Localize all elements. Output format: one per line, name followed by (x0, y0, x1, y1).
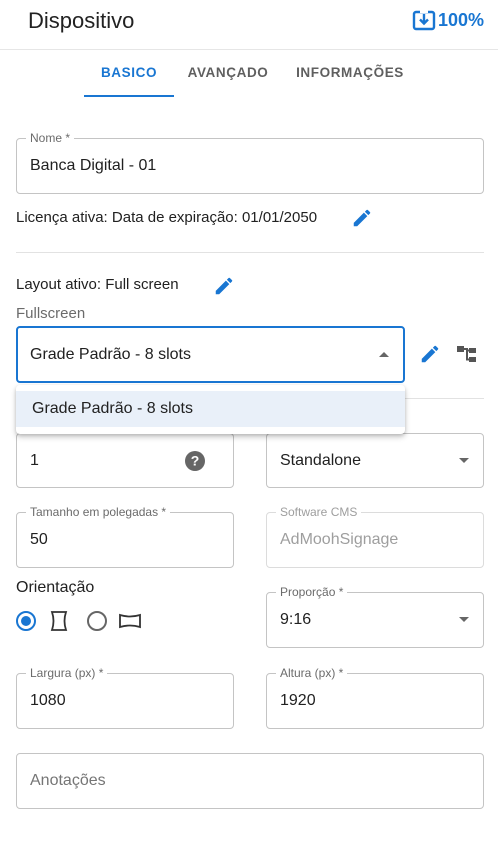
altura-value: 1920 (280, 692, 316, 709)
tamanho-value: 50 (30, 531, 48, 548)
landscape-radio[interactable] (87, 611, 107, 631)
tab-avancado[interactable]: AVANÇADO (180, 50, 276, 98)
tab-bar: BASICO AVANÇADO INFORMAÇÕES (0, 50, 498, 98)
portrait-radio[interactable] (16, 611, 36, 631)
license-text: Licença ativa: Data de expiração: 01/01/… (16, 209, 318, 226)
caret-down-icon (459, 457, 469, 463)
tab-indicator (84, 95, 174, 97)
tab-informacoes[interactable]: INFORMAÇÕES (286, 50, 414, 98)
passo-value: 1 (30, 451, 39, 469)
orientacao-label: Orientação (16, 579, 95, 596)
layout-text: Layout ativo: Full screen (16, 276, 179, 293)
edit-layout-icon[interactable] (213, 275, 235, 297)
software-cms-field: Software CMS AdMoohSignage (266, 505, 484, 568)
page-title: Dispositivo (28, 8, 135, 33)
largura-value: 1080 (30, 692, 66, 709)
battery-level: 100% (437, 9, 484, 30)
caret-up-icon (379, 351, 389, 357)
layout-dropdown-menu: Grade Padrão - 8 slots (16, 385, 405, 434)
proporcao-select[interactable]: Proporção * 9:16 (266, 585, 484, 648)
passo-field[interactable]: 1 ? (16, 433, 234, 488)
anotacoes-placeholder: Anotações (30, 772, 106, 789)
tamanho-field[interactable]: Tamanho em polegadas * 50 (16, 505, 234, 568)
tipo-value: Standalone (280, 451, 361, 469)
divider (16, 252, 484, 253)
nome-value: Banca Digital - 01 (30, 157, 157, 174)
edit-grid-icon[interactable] (419, 343, 441, 365)
anotacoes-field[interactable]: Anotações (16, 753, 484, 809)
layout-tree-icon[interactable] (456, 344, 478, 364)
app-header: Dispositivo 100% (0, 0, 498, 50)
nome-field[interactable]: Nome * Banca Digital - 01 (16, 131, 484, 194)
help-icon[interactable]: ? (184, 450, 206, 472)
software-cms-value: AdMoohSignage (280, 531, 399, 548)
battery-status: 100% (412, 9, 484, 31)
caret-down-icon (459, 617, 469, 622)
proporcao-value: 9:16 (280, 611, 312, 628)
tab-basico[interactable]: BASICO (84, 50, 174, 98)
largura-field[interactable]: Largura (px) * 1080 (16, 666, 234, 729)
layout-select-label: Fullscreen (16, 305, 86, 322)
landscape-icon (119, 613, 141, 629)
altura-field[interactable]: Altura (px) * 1920 (266, 666, 484, 729)
layout-select[interactable]: Grade Padrão - 8 slots (16, 326, 405, 383)
battery-download-icon (412, 10, 436, 31)
tipo-select[interactable]: Standalone (266, 433, 484, 488)
layout-select-value: Grade Padrão - 8 slots (30, 345, 191, 363)
dropdown-option[interactable]: Grade Padrão - 8 slots (16, 391, 405, 427)
edit-license-icon[interactable] (351, 207, 373, 229)
portrait-icon (50, 611, 68, 631)
svg-text:?: ? (191, 453, 200, 469)
